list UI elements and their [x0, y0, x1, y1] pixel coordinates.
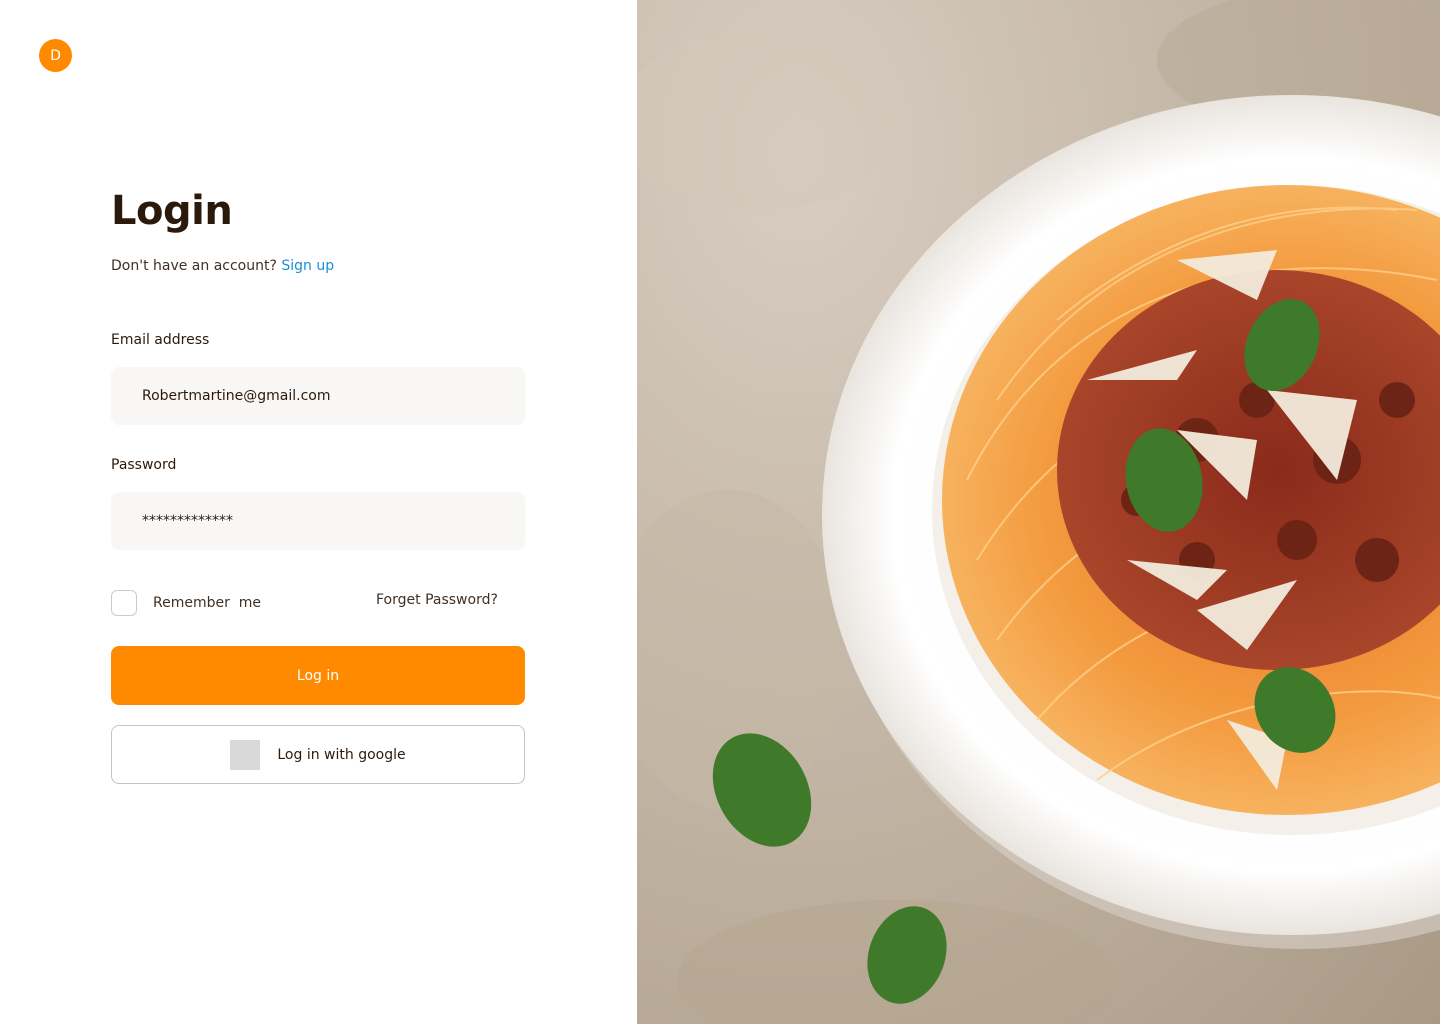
brand-logo[interactable]: D [39, 39, 72, 72]
food-photo [637, 0, 1440, 1024]
signup-prompt: Don't have an account? Sign up [111, 258, 334, 274]
google-icon [230, 739, 261, 770]
spaghetti-illustration [637, 0, 1440, 1024]
password-field[interactable]: ************* [111, 492, 525, 550]
google-login-label: Log in with google [277, 746, 406, 763]
password-label: Password [111, 457, 177, 473]
google-login-button[interactable]: Log in with google [111, 725, 525, 784]
logo-letter: D [50, 47, 61, 64]
page-title: Login [111, 188, 233, 234]
remember-me[interactable]: Remember me [111, 590, 261, 616]
email-label: Email address [111, 332, 210, 348]
login-button-label: Log in [296, 667, 340, 684]
login-button[interactable]: Log in [111, 646, 525, 705]
signup-link[interactable]: Sign up [281, 258, 334, 274]
password-value: ************* [142, 513, 233, 529]
forgot-password-link[interactable]: Forget Password? [376, 592, 498, 608]
email-value: Robertmartine@gmail.com [142, 388, 331, 404]
signup-prompt-text: Don't have an account? [111, 258, 277, 274]
email-field[interactable]: Robertmartine@gmail.com [111, 367, 525, 425]
login-panel: D Login Don't have an account? Sign up E… [0, 0, 637, 1024]
remember-checkbox[interactable] [111, 590, 137, 616]
remember-label: Remember me [153, 595, 262, 611]
